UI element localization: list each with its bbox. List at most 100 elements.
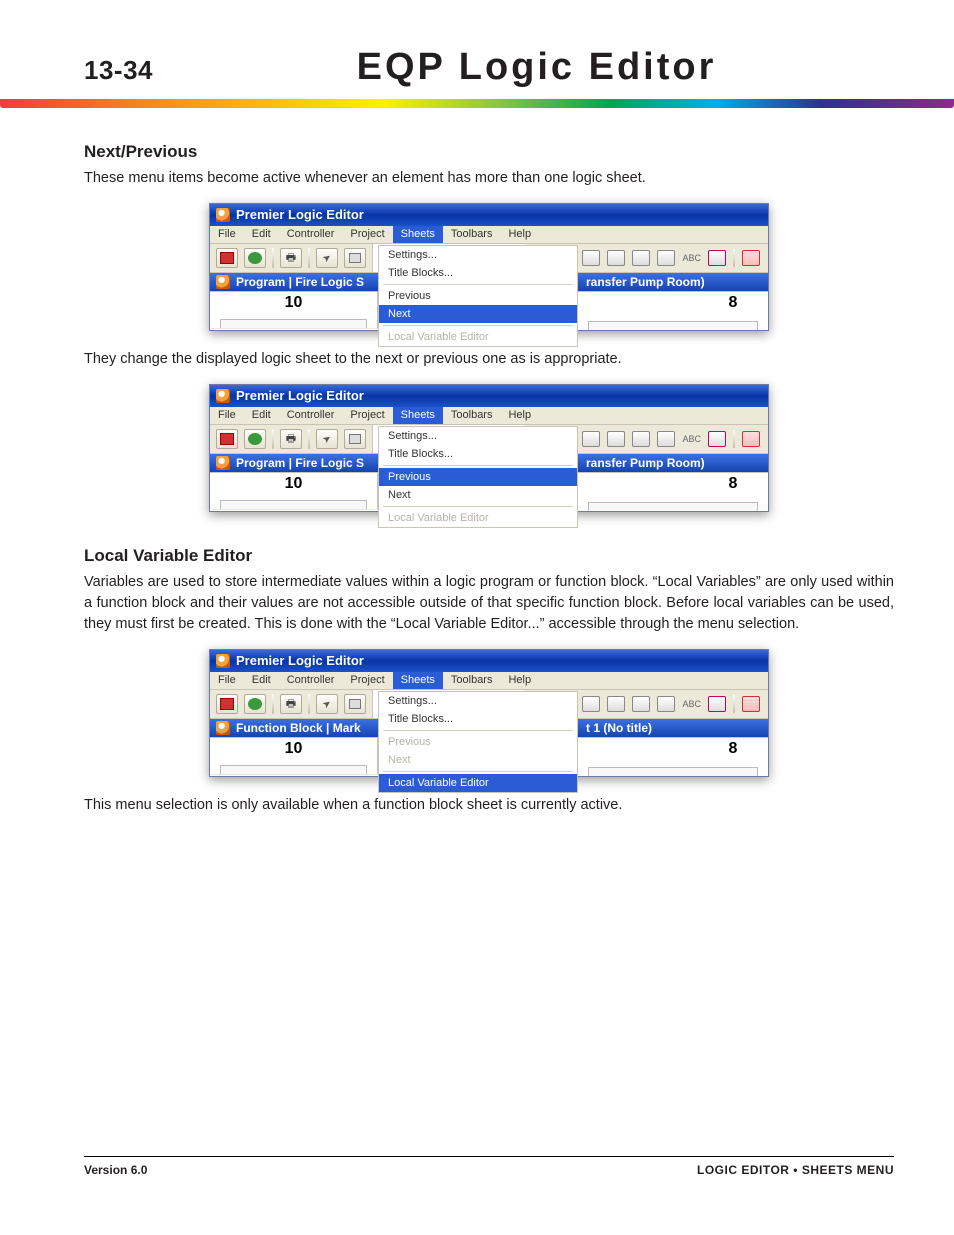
menu-item-settings[interactable]: Settings... <box>379 692 577 710</box>
tool-icon[interactable] <box>657 250 675 266</box>
menu-help[interactable]: Help <box>500 407 539 424</box>
toolbar-sep <box>733 249 735 267</box>
menu-project[interactable]: Project <box>342 226 392 243</box>
menu-edit[interactable]: Edit <box>244 407 279 424</box>
menu-item-settings[interactable]: Settings... <box>379 246 577 264</box>
menu-item-title-blocks[interactable]: Title Blocks... <box>379 710 577 728</box>
menu-edit[interactable]: Edit <box>244 672 279 689</box>
menu-sheets[interactable]: Sheets <box>393 226 443 243</box>
menu-item-next[interactable]: Next <box>379 305 577 323</box>
menu-divider <box>383 284 573 285</box>
menu-toolbars[interactable]: Toolbars <box>443 226 501 243</box>
menu-help[interactable]: Help <box>500 226 539 243</box>
menu-project[interactable]: Project <box>342 672 392 689</box>
menu-file[interactable]: File <box>210 672 244 689</box>
toolbar-btn-1[interactable] <box>216 429 238 449</box>
tool-icon[interactable] <box>582 696 600 712</box>
para-lve-note: This menu selection is only available wh… <box>84 795 894 816</box>
menu-item-local-variable-editor: Local Variable Editor <box>379 328 577 346</box>
toolbar-btn-2[interactable] <box>244 429 266 449</box>
menu-controller[interactable]: Controller <box>279 672 343 689</box>
window-title: Premier Logic Editor <box>236 653 364 668</box>
menu-controller[interactable]: Controller <box>279 226 343 243</box>
tool-icon[interactable] <box>582 431 600 447</box>
menu-item-local-variable-editor: Local Variable Editor <box>379 509 577 527</box>
tool-icon[interactable] <box>742 250 760 266</box>
toolbar-btn-2[interactable] <box>244 694 266 714</box>
menu-item-title-blocks[interactable]: Title Blocks... <box>379 445 577 463</box>
tool-icon[interactable] <box>708 696 726 712</box>
para-next-prev-desc: They change the displayed logic sheet to… <box>84 349 894 370</box>
tool-icon[interactable] <box>582 250 600 266</box>
app-icon <box>216 389 230 403</box>
box-icon[interactable] <box>344 694 366 714</box>
tool-icon[interactable] <box>742 431 760 447</box>
menu-item-local-variable-editor[interactable]: Local Variable Editor <box>379 774 577 792</box>
tool-icon[interactable] <box>657 696 675 712</box>
window-title: Premier Logic Editor <box>236 388 364 403</box>
app-icon <box>216 208 230 222</box>
sheet-right: 8 <box>578 292 768 330</box>
screenshot-next: Premier Logic Editor File Edit Controlle… <box>209 203 769 331</box>
cursor-icon[interactable] <box>316 429 338 449</box>
menu-item-previous[interactable]: Previous <box>379 468 577 486</box>
doc-icon <box>216 275 230 289</box>
menu-toolbars[interactable]: Toolbars <box>443 407 501 424</box>
tool-icon[interactable] <box>708 431 726 447</box>
menu-item-next: Next <box>379 751 577 769</box>
menu-item-settings[interactable]: Settings... <box>379 427 577 445</box>
tool-icon[interactable] <box>607 431 625 447</box>
document-tab-left[interactable]: Program | Fire Logic S <box>210 273 378 291</box>
tool-icon[interactable] <box>607 696 625 712</box>
toolbar-btn-2[interactable] <box>244 248 266 268</box>
tool-icon[interactable] <box>632 696 650 712</box>
footer-version: Version 6.0 <box>84 1163 147 1177</box>
app-icon <box>216 654 230 668</box>
menu-sheets[interactable]: Sheets <box>393 407 443 424</box>
menu-help[interactable]: Help <box>500 672 539 689</box>
menu-file[interactable]: File <box>210 407 244 424</box>
menu-file[interactable]: File <box>210 226 244 243</box>
toolbar-left <box>210 244 373 272</box>
menu-item-previous: Previous <box>379 733 577 751</box>
print-icon[interactable] <box>280 429 302 449</box>
box-icon[interactable] <box>344 429 366 449</box>
screenshot-previous: Premier Logic Editor File Edit Controlle… <box>209 384 769 512</box>
para-lve-intro: Variables are used to store intermediate… <box>84 572 894 635</box>
cursor-icon[interactable] <box>316 248 338 268</box>
heading-local-variable-editor: Local Variable Editor <box>84 546 894 566</box>
tool-icon[interactable] <box>708 250 726 266</box>
menu-bar: File Edit Controller Project Sheets Tool… <box>210 226 768 244</box>
tool-icon[interactable] <box>632 250 650 266</box>
menu-controller[interactable]: Controller <box>279 407 343 424</box>
toolbar-btn-1[interactable] <box>216 248 238 268</box>
menu-item-title-blocks[interactable]: Title Blocks... <box>379 264 577 282</box>
sheets-menu-dropdown: Settings... Title Blocks... Previous Nex… <box>378 245 578 347</box>
menu-edit[interactable]: Edit <box>244 226 279 243</box>
box-icon[interactable] <box>344 248 366 268</box>
tool-icon[interactable] <box>632 431 650 447</box>
toolbar-sep <box>308 248 310 268</box>
tool-icon[interactable] <box>607 250 625 266</box>
window-title: Premier Logic Editor <box>236 207 364 222</box>
menu-sheets[interactable]: Sheets <box>393 672 443 689</box>
para-next-prev-intro: These menu items become active whenever … <box>84 168 894 189</box>
page-number: 13-34 <box>84 55 153 86</box>
doc-tab-label: Program | Fire Logic S <box>236 275 364 289</box>
document-tab-right[interactable]: ransfer Pump Room) <box>578 273 768 291</box>
tool-icon[interactable] <box>657 431 675 447</box>
toolbar-btn-1[interactable] <box>216 694 238 714</box>
menu-toolbars[interactable]: Toolbars <box>443 672 501 689</box>
sheet-left: 10 <box>210 292 378 328</box>
menu-item-next[interactable]: Next <box>379 486 577 504</box>
screenshot-lve: Premier Logic Editor File Edit Controlle… <box>209 649 769 777</box>
rainbow-divider <box>0 99 954 108</box>
cursor-icon[interactable] <box>316 694 338 714</box>
menu-item-previous[interactable]: Previous <box>379 287 577 305</box>
footer-section: LOGIC EDITOR • SHEETS MENU <box>697 1163 894 1177</box>
window-titlebar: Premier Logic Editor <box>210 204 768 226</box>
print-icon[interactable] <box>280 248 302 268</box>
print-icon[interactable] <box>280 694 302 714</box>
menu-project[interactable]: Project <box>342 407 392 424</box>
tool-icon[interactable] <box>742 696 760 712</box>
